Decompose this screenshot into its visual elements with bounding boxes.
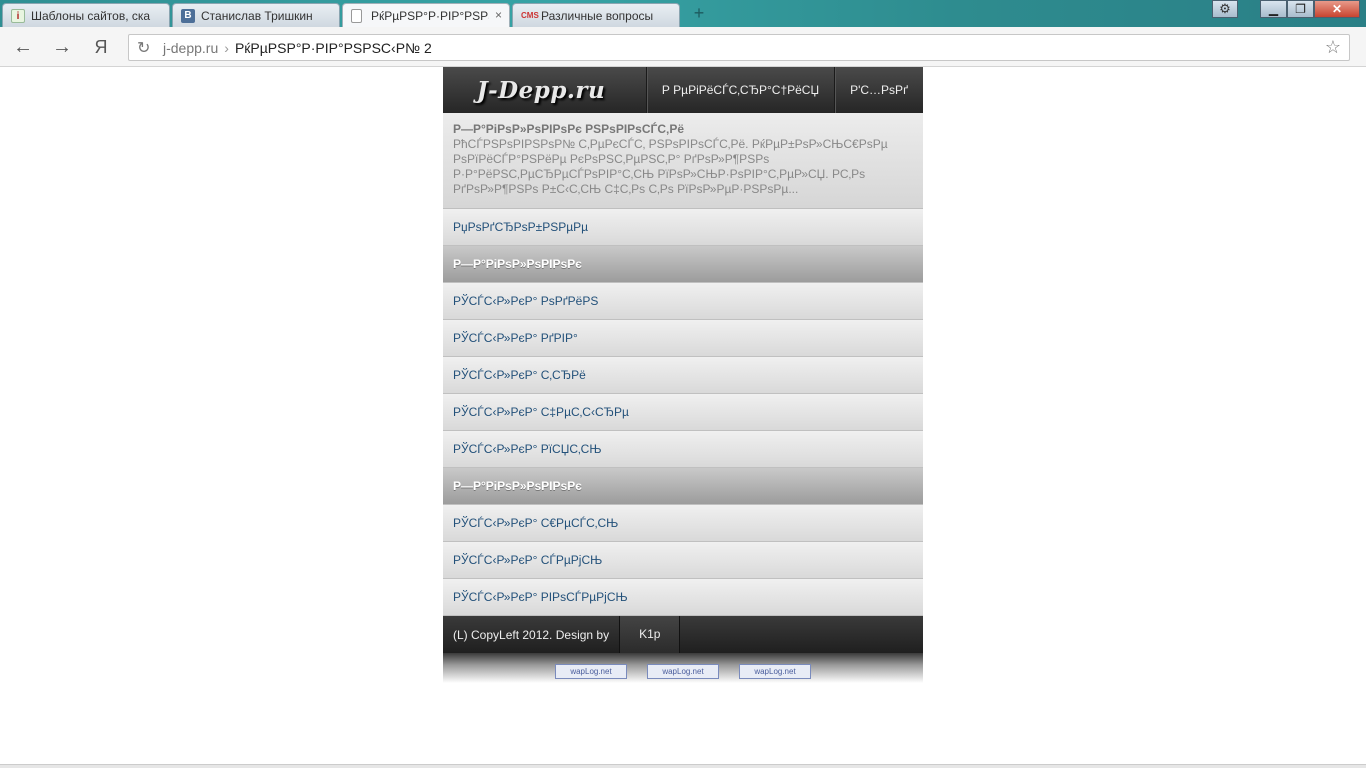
yandex-button[interactable]: Я [89,36,113,58]
url-path: РќРµРЅР°Р·РІР°РЅРЅС‹Р№ 2 [234,40,432,56]
close-window-button[interactable]: ✕ [1314,0,1360,18]
menu-link-8[interactable]: РЎСЃС‹Р»РєР° РІРѕСЃРµРјСЊ [443,579,923,616]
taskbar-edge [0,764,1366,768]
section-header: Р—Р°РіРѕР»РѕРІРѕРє [443,246,923,283]
vk-favicon-icon: В [181,9,195,23]
author-link[interactable]: K1p [619,616,681,653]
counter-badge[interactable]: wapLog.net [647,664,719,679]
tab-title: Шаблоны сайтов, ска [31,9,151,23]
section-header: Р—Р°РіРѕР»РѕРІРѕРє [443,468,923,505]
page-container: J-Depp.ru Р РµРіРёСЃС‚СЂР°С†РёСЏ Р'С…РѕР… [443,67,923,683]
menu-link-6[interactable]: РЎСЃС‹Р»РєР° С€РµСЃС‚СЊ [443,505,923,542]
menu-link-7[interactable]: РЎСЃС‹Р»РєР° СЃРµРјСЊ [443,542,923,579]
cms-favicon-icon: CMS [521,11,539,20]
browser-tab-3-active[interactable]: РќРµРЅР°Р·РІР°РЅРЅС‹Р№ 2 × [342,3,510,28]
site-footer: (L) CopyLeft 2012. Design by K1p [443,616,923,653]
browser-tab-2[interactable]: В Станислав Тришкин [172,3,340,27]
nav-register-link[interactable]: Р РµРіРёСЃС‚СЂР°С†РёСЏ [645,67,834,113]
site-logo[interactable]: J-Depp.ru [443,67,639,113]
settings-icon[interactable]: ⚙ [1212,0,1238,18]
maximize-button[interactable]: ❐ [1287,0,1314,18]
news-intro: Р—Р°РіРѕР»РѕРІРѕРє РЅРѕРІРѕСЃС‚Рё РћСЃРЅ… [443,113,923,209]
counter-badge[interactable]: wapLog.net [739,664,811,679]
document-favicon-icon [351,9,362,23]
nav-login-link[interactable]: Р'С…РѕРґ [834,67,923,113]
menu-link-4[interactable]: РЎСЃС‹Р»РєР° С‡РµС‚С‹СЂРµ [443,394,923,431]
tab-title: РќРµРЅР°Р·РІР°РЅРЅС‹Р№ 2 [371,9,489,23]
browser-toolbar: ← → Я ↻ j-depp.ru › РќРµРЅР°Р·РІР°РЅРЅС‹Р№… [0,27,1366,67]
browser-tab-4[interactable]: CMS Различные вопросы [512,3,680,27]
counters-bar: wapLog.net wapLog.net wapLog.net [443,653,923,683]
url-separator: › [224,40,229,56]
forward-button[interactable]: → [50,36,74,58]
back-button[interactable]: ← [11,36,35,58]
news-text: РћСЃРЅРѕРІРЅРѕР№ С‚РµРєСЃС‚ РЅРѕРІРѕСЃС‚… [453,137,888,196]
reload-icon[interactable]: ↻ [137,38,150,58]
menu-link-3[interactable]: РЎСЃС‹Р»РєР° С‚СЂРё [443,357,923,394]
counter-badge[interactable]: wapLog.net [555,664,627,679]
tab-strip: i Шаблоны сайтов, ска В Станислав Тришки… [0,0,1366,28]
menu-link-2[interactable]: РЎСЃС‹Р»РєР° РґРІР° [443,320,923,357]
news-title: Р—Р°РіРѕР»РѕРІРѕРє РЅРѕРІРѕСЃС‚Рё [453,122,685,136]
read-more-link[interactable]: РџРѕРґСЂРѕР±РЅРµРµ [443,209,923,246]
browser-tab-1[interactable]: i Шаблоны сайтов, ска [2,3,170,27]
tab-title: Станислав Тришкин [201,9,313,23]
window-controls: ▁ ❐ ✕ [1260,0,1360,18]
url-domain: j-depp.ru [163,40,219,56]
menu-link-1[interactable]: РЎСЃС‹Р»РєР° РѕРґРёРЅ [443,283,923,320]
tab-title: Различные вопросы [541,9,654,23]
minimize-button[interactable]: ▁ [1260,0,1287,18]
copyleft-text: (L) CopyLeft 2012. Design by [453,627,610,642]
new-tab-button[interactable]: + [688,4,710,23]
address-bar[interactable]: ↻ j-depp.ru › РќРµРЅР°Р·РІР°РЅРЅС‹Р№ 2 ☆ [128,34,1350,61]
menu-link-5[interactable]: РЎСЃС‹Р»РєР° РїСЏС‚СЊ [443,431,923,468]
info-favicon-icon: i [11,9,25,23]
close-tab-icon[interactable]: × [495,8,502,22]
bookmark-star-icon[interactable]: ☆ [1325,37,1341,58]
site-header: J-Depp.ru Р РµРіРёСЃС‚СЂР°С†РёСЏ Р'С…РѕР… [443,67,923,113]
